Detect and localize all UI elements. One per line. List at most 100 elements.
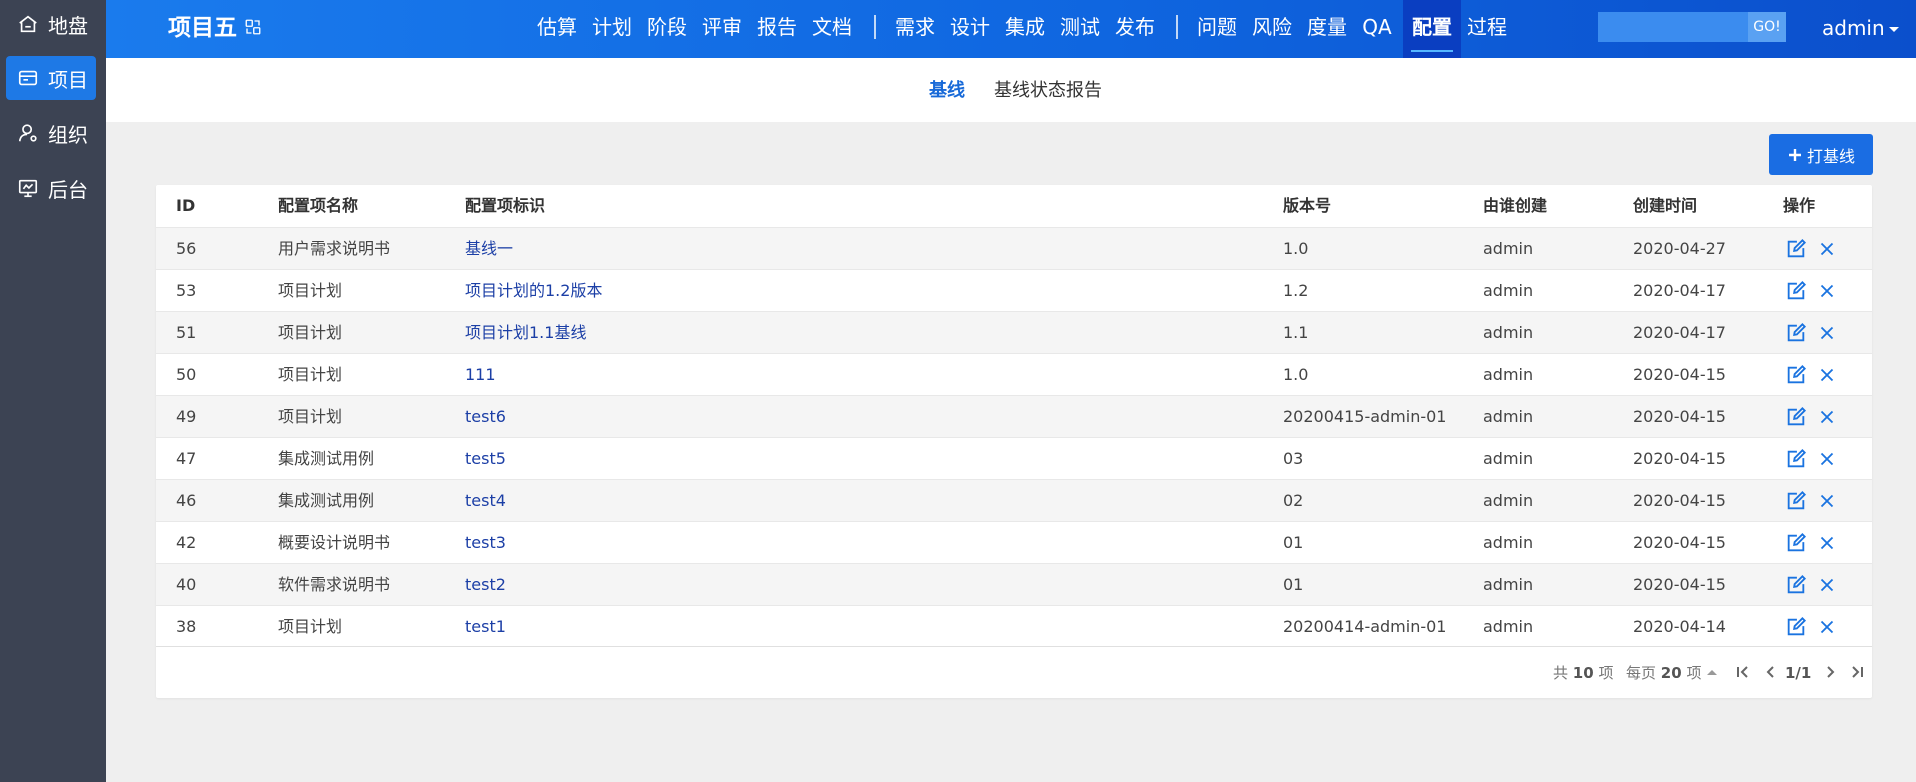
column-header-id: ID (176, 196, 196, 215)
nav-risk[interactable]: 风险 (1251, 0, 1293, 58)
table-row: 40 软件需求说明书 test2 01 admin 2020-04-15 (156, 563, 1872, 605)
sidebar-item-project[interactable]: 项目 (6, 56, 96, 100)
nav-release[interactable]: 发布 (1114, 0, 1156, 58)
cell-identifier[interactable]: test3 (465, 522, 506, 564)
delete-icon[interactable] (1816, 364, 1840, 386)
next-page-icon[interactable] (1822, 663, 1842, 683)
nav-estimate[interactable]: 估算 (536, 0, 578, 58)
search-go-button[interactable]: GO! (1748, 12, 1786, 42)
table-row: 53 项目计划 项目计划的1.2版本 1.2 admin 2020-04-17 (156, 269, 1872, 311)
delete-icon[interactable] (1816, 490, 1840, 512)
edit-icon[interactable] (1785, 490, 1809, 512)
cell-created: 2020-04-15 (1633, 365, 1726, 384)
cell-identifier[interactable]: 基线一 (465, 228, 513, 270)
search-input[interactable] (1598, 12, 1748, 42)
edit-icon[interactable] (1785, 616, 1809, 638)
cell-creator: admin (1483, 449, 1534, 468)
nav-design[interactable]: 设计 (949, 0, 991, 58)
project-title: 项目五 (168, 15, 237, 41)
pager-total-prefix: 共 (1553, 664, 1569, 682)
cell-identifier[interactable]: 项目计划1.1基线 (465, 312, 586, 354)
create-baseline-button[interactable]: 打基线 (1769, 134, 1873, 175)
nav-report[interactable]: 报告 (756, 0, 798, 58)
nav-review[interactable]: 评审 (701, 0, 743, 58)
nav-metrics[interactable]: 度量 (1306, 0, 1348, 58)
left-sidebar: 地盘 项目 组织 后台 (0, 0, 106, 782)
nav-integration[interactable]: 集成 (1004, 0, 1046, 58)
column-header-name: 配置项名称 (278, 196, 359, 215)
nav-process[interactable]: 过程 (1466, 0, 1508, 58)
column-header-actions: 操作 (1783, 196, 1816, 215)
sidebar-item-organization[interactable]: 组织 (6, 111, 96, 155)
cell-name: 项目计划 (278, 617, 343, 636)
delete-icon[interactable] (1816, 238, 1840, 260)
nav-configuration[interactable]: 配置 (1403, 0, 1461, 58)
last-page-icon[interactable] (1848, 663, 1868, 683)
nav-test[interactable]: 测试 (1059, 0, 1101, 58)
table-row: 56 用户需求说明书 基线一 1.0 admin 2020-04-27 (156, 227, 1872, 269)
cell-identifier[interactable]: 项目计划的1.2版本 (465, 270, 602, 312)
top-header: 项目五 估算 计划 阶段 评审 报告 文档 需求 设计 集成 测试 发布 问题 … (106, 0, 1916, 58)
sub-navigation: 基线 基线状态报告 (106, 58, 1916, 122)
cell-name: 项目计划 (278, 323, 343, 342)
edit-icon[interactable] (1785, 574, 1809, 596)
delete-icon[interactable] (1816, 574, 1840, 596)
cell-created: 2020-04-17 (1633, 323, 1726, 342)
cell-version: 01 (1283, 575, 1304, 594)
first-page-icon[interactable] (1734, 663, 1754, 683)
cell-id: 50 (176, 365, 197, 384)
delete-icon[interactable] (1816, 406, 1840, 428)
nav-document[interactable]: 文档 (811, 0, 853, 58)
cell-version: 20200415-admin-01 (1283, 407, 1447, 426)
cell-id: 46 (176, 491, 197, 510)
cell-identifier[interactable]: 111 (465, 354, 496, 396)
nav-plan[interactable]: 计划 (591, 0, 633, 58)
nav-qa[interactable]: QA (1361, 0, 1393, 58)
pager-per-page-count: 20 (1660, 664, 1682, 682)
edit-icon[interactable] (1785, 364, 1809, 386)
cell-id: 51 (176, 323, 197, 342)
column-header-creator: 由谁创建 (1483, 196, 1548, 215)
caret-up-icon (1707, 669, 1718, 675)
delete-icon[interactable] (1816, 532, 1840, 554)
cell-created: 2020-04-15 (1633, 407, 1726, 426)
cell-identifier[interactable]: test2 (465, 564, 506, 606)
nav-issue[interactable]: 问题 (1196, 0, 1238, 58)
column-header-identifier: 配置项标识 (465, 196, 546, 215)
sidebar-item-dashboard[interactable]: 地盘 (6, 2, 96, 46)
sidebar-item-label: 项目 (48, 67, 88, 92)
edit-icon[interactable] (1785, 322, 1809, 344)
user-menu[interactable]: admin (1822, 12, 1899, 44)
delete-icon[interactable] (1816, 322, 1840, 344)
sidebar-item-admin[interactable]: 后台 (6, 166, 96, 210)
delete-icon[interactable] (1816, 448, 1840, 470)
prev-page-icon[interactable] (1761, 663, 1781, 683)
edit-icon[interactable] (1785, 448, 1809, 470)
cell-creator: admin (1483, 575, 1534, 594)
nav-requirement[interactable]: 需求 (894, 0, 936, 58)
tab-baseline-status-report[interactable]: 基线状态报告 (994, 78, 1102, 104)
cell-version: 1.0 (1283, 365, 1309, 384)
sidebar-item-label: 地盘 (48, 13, 88, 38)
pager-per-page[interactable]: 每页 20 项 (1626, 661, 1718, 685)
table-row: 38 项目计划 test1 20200414-admin-01 admin 2020-04… (156, 605, 1872, 647)
edit-icon[interactable] (1785, 406, 1809, 428)
user-icon (16, 121, 40, 145)
cell-identifier[interactable]: test5 (465, 438, 506, 480)
edit-icon[interactable] (1785, 238, 1809, 260)
delete-icon[interactable] (1816, 280, 1840, 302)
delete-icon[interactable] (1816, 616, 1840, 638)
cell-created: 2020-04-27 (1633, 239, 1726, 258)
cell-identifier[interactable]: test6 (465, 396, 506, 438)
table-row: 50 项目计划 111 1.0 admin 2020-04-15 (156, 353, 1872, 395)
nav-stage[interactable]: 阶段 (646, 0, 688, 58)
cell-identifier[interactable]: test4 (465, 480, 506, 522)
edit-icon[interactable] (1785, 280, 1809, 302)
cell-identifier[interactable]: test1 (465, 606, 506, 648)
tab-baseline[interactable]: 基线 (929, 78, 965, 104)
cell-creator: admin (1483, 617, 1534, 636)
switch-project-icon[interactable] (244, 18, 262, 36)
cell-version: 02 (1283, 491, 1304, 510)
edit-icon[interactable] (1785, 532, 1809, 554)
cell-id: 38 (176, 617, 197, 636)
